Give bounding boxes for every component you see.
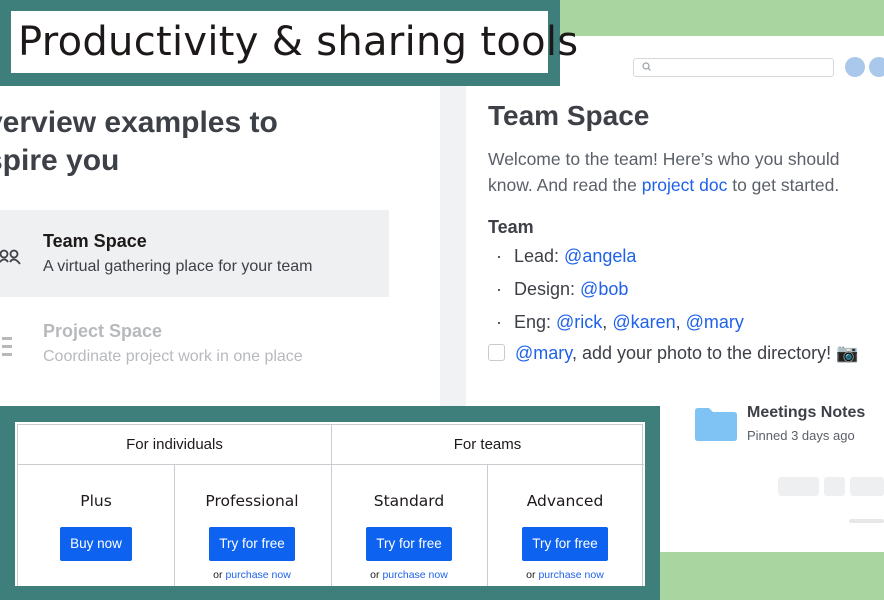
plan-standard: Standard Try for free or purchase now xyxy=(331,465,487,586)
mention-link[interactable]: @karen xyxy=(612,312,675,332)
plan-name: Standard xyxy=(373,492,445,510)
purchase-alternative: or purchase now xyxy=(174,569,330,581)
alt-prefix: or xyxy=(213,569,226,581)
template-item-team-space[interactable]: Team Space A virtual gathering place for… xyxy=(0,210,389,297)
search-icon xyxy=(642,62,651,71)
template-description: Coordinate project work in one place xyxy=(43,348,303,365)
role-label: Lead: xyxy=(514,246,565,266)
banner-title: Productivity & sharing tools xyxy=(18,19,579,65)
bullet-dot: · xyxy=(496,279,502,299)
doc-welcome-text: Welcome to the team! Here’s who you shou… xyxy=(488,146,884,198)
template-title: Team Space xyxy=(43,231,147,251)
placeholder-line xyxy=(849,519,884,523)
project-doc-link[interactable]: project doc xyxy=(642,175,728,195)
todo-checkbox[interactable] xyxy=(488,344,505,361)
mention-link[interactable]: @rick xyxy=(556,312,602,332)
mention-link[interactable]: @angela xyxy=(564,246,636,266)
team-member-design: · Design: @bob xyxy=(496,279,628,300)
people-icon xyxy=(0,249,21,265)
folder-icon xyxy=(695,408,737,441)
template-heading-line-2: spire you xyxy=(0,144,120,177)
team-member-eng: · Eng: @rick, @karen, @mary xyxy=(496,312,744,333)
plan-name: Professional xyxy=(205,492,299,510)
avatar[interactable] xyxy=(869,57,884,77)
team-member-lead: · Lead: @angela xyxy=(496,246,636,267)
alt-prefix: or xyxy=(526,569,539,581)
plan-plus: Plus Buy now xyxy=(18,465,174,586)
plan-professional: Professional Try for free or purchase no… xyxy=(174,465,330,586)
welcome-text-end: to get started. xyxy=(727,175,840,195)
template-item-project-space[interactable]: Project Space Coordinate project work in… xyxy=(0,300,389,387)
list-icon xyxy=(2,337,12,356)
template-heading-line-1: verview examples to xyxy=(0,106,278,139)
plan-advanced: Advanced Try for free or purchase now xyxy=(487,465,643,586)
pricing-panel: For individuals For teams Plus Buy now P… xyxy=(15,422,645,586)
todo-item: @mary, add your photo to the directory! … xyxy=(488,343,859,364)
buy-now-button[interactable]: Buy now xyxy=(60,527,132,561)
pinned-file-timestamp: Pinned 3 days ago xyxy=(747,428,855,443)
placeholder-block xyxy=(824,477,845,496)
doc-title: Team Space xyxy=(488,100,650,131)
try-for-free-button[interactable]: Try for free xyxy=(209,527,295,561)
mention-link[interactable]: @mary xyxy=(515,343,572,363)
mention-link[interactable]: @bob xyxy=(580,279,628,299)
pinned-file-title[interactable]: Meetings Notes xyxy=(747,404,865,422)
try-for-free-button[interactable]: Try for free xyxy=(522,527,608,561)
placeholder-block xyxy=(850,477,884,496)
placeholder-block xyxy=(778,477,819,496)
separator: , xyxy=(675,312,686,332)
panel-divider xyxy=(440,86,466,406)
purchase-now-link[interactable]: purchase now xyxy=(382,569,447,581)
todo-text: , add your photo to the directory! 📷 xyxy=(571,343,859,363)
avatar[interactable] xyxy=(845,57,865,77)
mention-link[interactable]: @mary xyxy=(686,312,744,332)
group-header-individuals: For individuals xyxy=(18,425,331,465)
template-title: Project Space xyxy=(43,321,163,341)
group-header-teams: For teams xyxy=(331,425,644,465)
purchase-now-link[interactable]: purchase now xyxy=(538,569,603,581)
purchase-alternative: or purchase now xyxy=(487,569,643,581)
template-description: A virtual gathering place for your team xyxy=(43,258,313,275)
plan-name: Advanced xyxy=(526,492,604,510)
plan-name: Plus xyxy=(80,492,112,510)
template-heading: verview examples to spire you xyxy=(0,104,416,180)
alt-prefix: or xyxy=(370,569,383,581)
purchase-alternative: or purchase now xyxy=(331,569,487,581)
try-for-free-button[interactable]: Try for free xyxy=(366,527,452,561)
pricing-table: For individuals For teams Plus Buy now P… xyxy=(17,424,644,586)
separator: , xyxy=(602,312,613,332)
role-label: Design: xyxy=(514,279,581,299)
role-label: Eng: xyxy=(514,312,557,332)
search-input[interactable] xyxy=(633,58,834,77)
team-heading: Team xyxy=(488,217,534,237)
bullet-dot: · xyxy=(496,312,502,332)
bullet-dot: · xyxy=(496,246,502,266)
purchase-now-link[interactable]: purchase now xyxy=(225,569,290,581)
